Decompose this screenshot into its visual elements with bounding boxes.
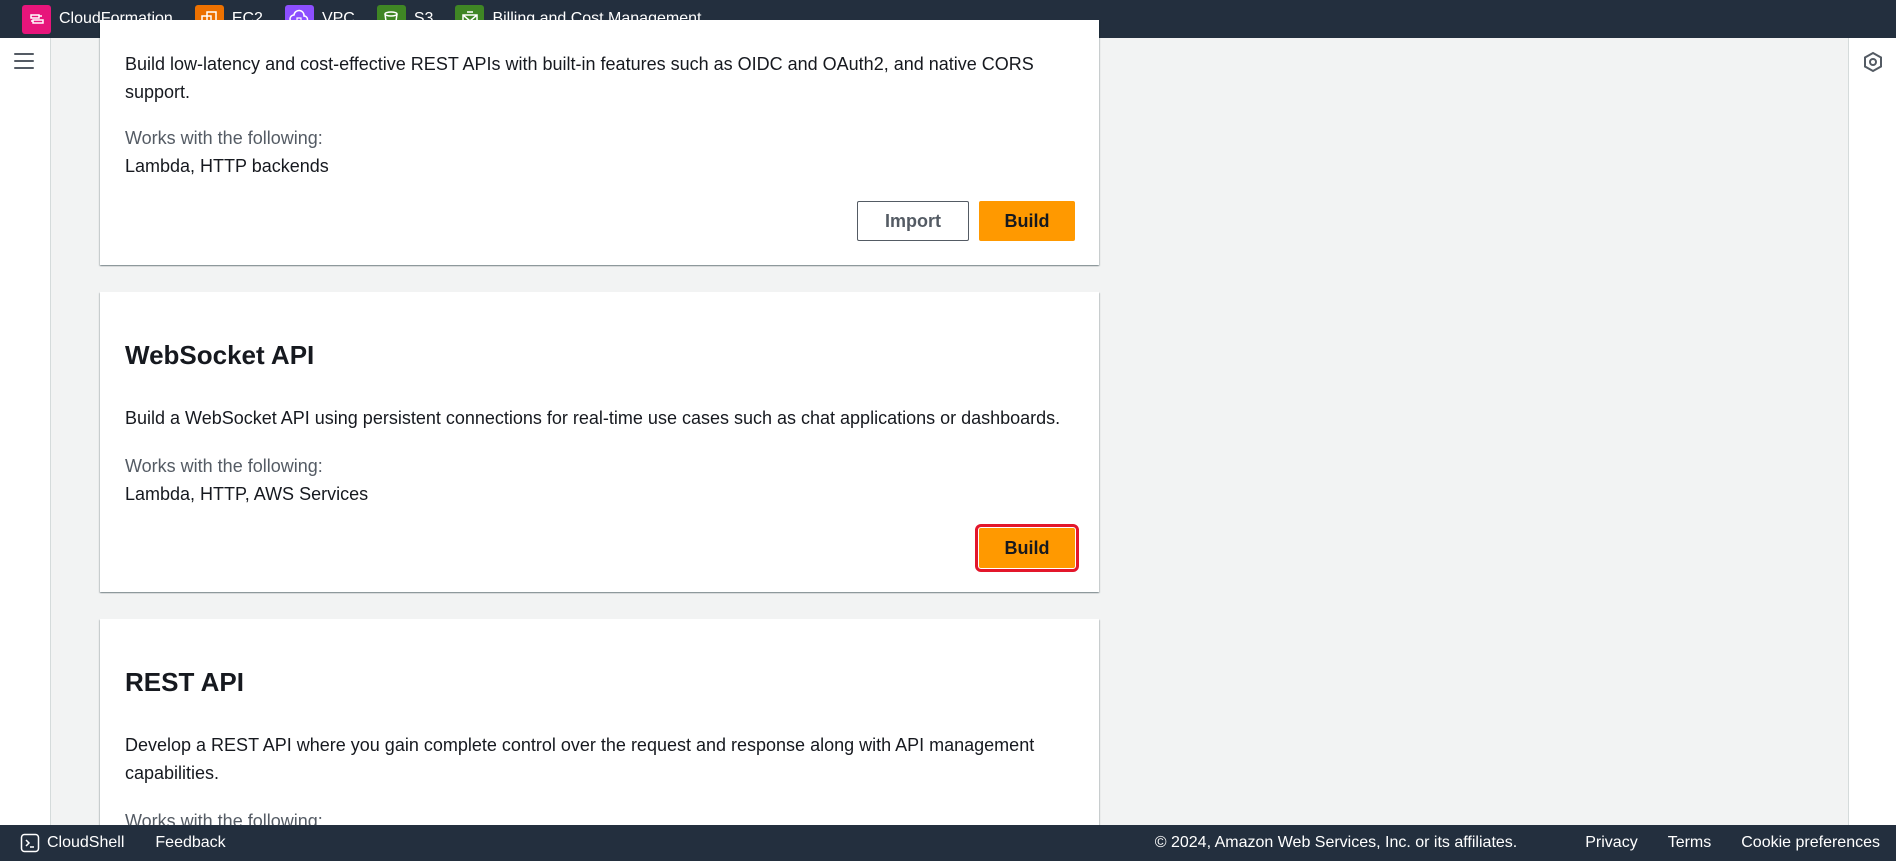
works-with-label: Works with the following: [125,456,323,476]
feedback-link[interactable]: Feedback [155,834,225,852]
compatible-services: Lambda, HTTP, AWS Services [125,484,369,504]
menu-icon[interactable] [14,53,34,71]
info-panel-icon[interactable] [1862,51,1884,73]
http-api-card: Build low-latency and cost-effective RES… [100,20,1099,265]
tools-panel-rail [1848,38,1896,825]
cloudshell-label: CloudShell [47,834,125,851]
rest-api-card: REST API Develop a REST API where you ga… [100,619,1099,859]
websocket-api-card: WebSocket API Build a WebSocket API usin… [100,292,1099,592]
import-button[interactable]: Import [857,201,969,241]
card-title: WebSocket API [125,340,315,370]
cloudshell-icon [20,833,40,853]
card-description: Develop a REST API where you gain comple… [125,735,1035,783]
cloudshell-button[interactable]: CloudShell [20,833,124,853]
terms-link[interactable]: Terms [1668,834,1712,852]
cookie-preferences-link[interactable]: Cookie preferences [1741,834,1880,852]
compatible-services: Lambda, HTTP backends [125,156,329,176]
card-title: REST API [125,667,244,697]
card-description: Build a WebSocket API using persistent c… [125,408,1061,428]
footer-right: © 2024, Amazon Web Services, Inc. or its… [1155,834,1880,852]
works-with-label: Works with the following: [125,128,323,148]
side-navigation-rail [0,38,51,825]
console-footer: CloudShell Feedback © 2024, Amazon Web S… [0,825,1896,861]
cloudformation-icon [22,4,51,34]
privacy-link[interactable]: Privacy [1585,834,1637,852]
build-button[interactable]: Build [975,524,1079,572]
build-button[interactable]: Build [979,201,1075,241]
copyright-text: © 2024, Amazon Web Services, Inc. or its… [1154,834,1518,851]
card-description: Build low-latency and cost-effective RES… [125,54,1034,102]
